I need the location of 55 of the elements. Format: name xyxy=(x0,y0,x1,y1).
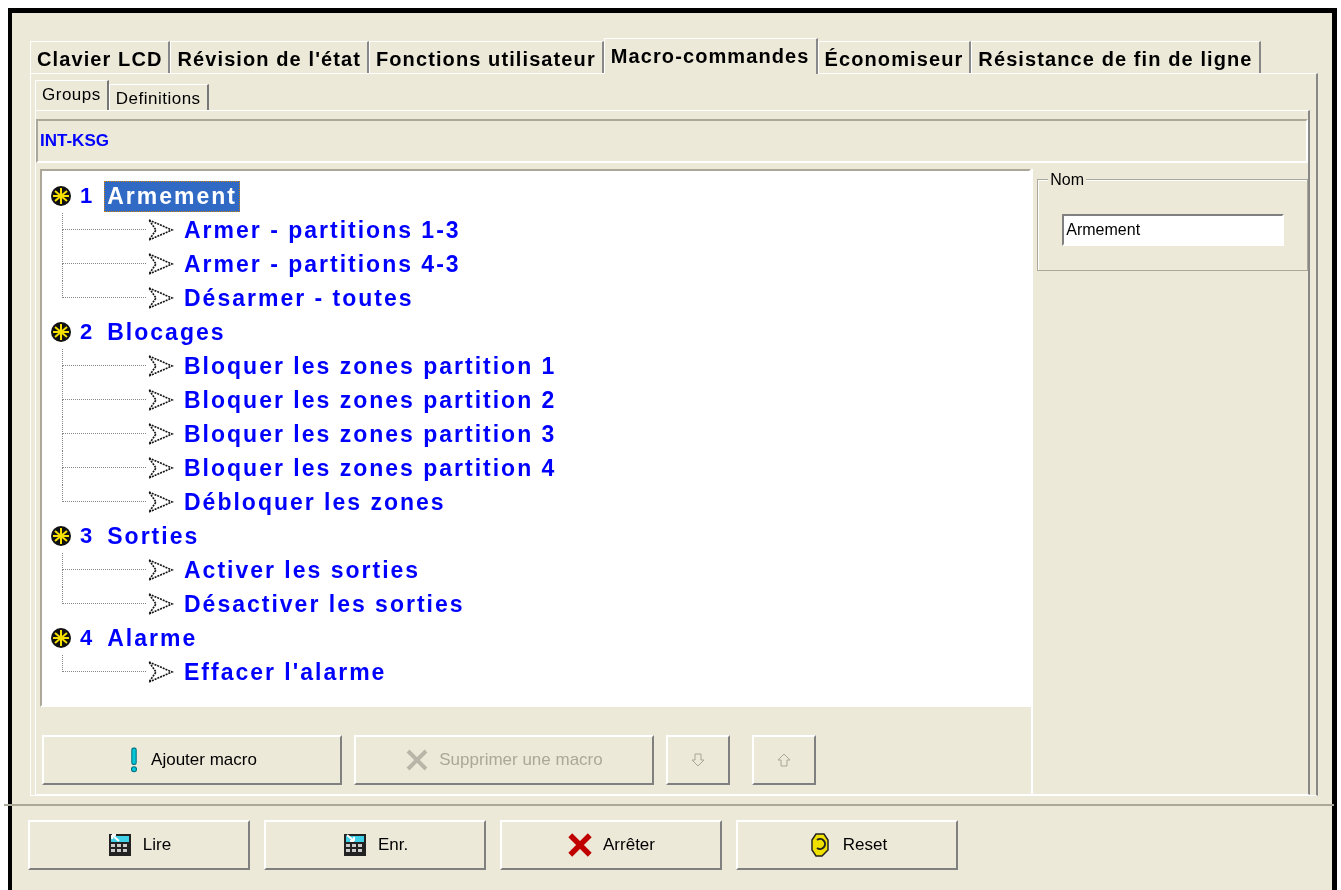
group-number: 4 xyxy=(80,625,93,651)
up-arrow-icon xyxy=(776,752,792,768)
group-number: 2 xyxy=(80,319,93,345)
tree-item[interactable]: Armer - partitions 1-3 xyxy=(184,216,461,244)
arrow-icon xyxy=(146,218,174,242)
tab[interactable]: Fonctions utilisateur xyxy=(369,41,604,73)
tree-item[interactable]: Désarmer - toutes xyxy=(184,284,414,312)
arrow-icon xyxy=(146,286,174,310)
device-name: INT-KSG xyxy=(40,131,109,151)
group-icon xyxy=(50,627,72,649)
arrow-icon xyxy=(146,456,174,480)
name-field[interactable]: Armement xyxy=(1062,214,1285,246)
tab[interactable]: Definitions xyxy=(108,84,209,110)
tree-item[interactable]: Activer les sorties xyxy=(184,556,421,584)
tree-item[interactable]: Bloquer les zones partition 2 xyxy=(184,386,557,414)
tree-item[interactable]: Effacer l'alarme xyxy=(184,658,387,686)
tree-item[interactable]: Bloquer les zones partition 1 xyxy=(184,352,557,380)
arrow-icon xyxy=(146,490,174,514)
write-button[interactable]: Enr. xyxy=(264,820,486,870)
keypad-icon xyxy=(106,832,133,858)
tab[interactable]: Résistance de fin de ligne xyxy=(971,41,1261,73)
arrow-icon xyxy=(146,592,174,616)
group-icon xyxy=(50,525,72,547)
tab[interactable]: Économiseur xyxy=(817,41,972,73)
read-button[interactable]: Lire xyxy=(28,820,250,870)
arrow-icon xyxy=(146,354,174,378)
tree-item[interactable]: Armement xyxy=(104,180,240,212)
group-number: 1 xyxy=(80,183,93,209)
tab[interactable]: Révision de l'état xyxy=(170,41,369,73)
arrow-icon xyxy=(146,252,174,276)
arrow-icon xyxy=(146,660,174,684)
arrow-icon xyxy=(146,422,174,446)
tree-item[interactable]: Bloquer les zones partition 4 xyxy=(184,454,557,482)
group-number: 3 xyxy=(80,523,93,549)
reset-button[interactable]: Reset xyxy=(736,820,958,870)
tree-item[interactable]: Armer - partitions 4-3 xyxy=(184,250,461,278)
arrow-icon xyxy=(146,388,174,412)
tab[interactable]: Groups xyxy=(35,80,109,110)
cross-icon xyxy=(405,748,430,772)
arrow-icon xyxy=(146,558,174,582)
tree-item[interactable]: Blocages xyxy=(104,316,229,348)
group-icon xyxy=(50,321,72,343)
down-arrow-icon xyxy=(690,752,706,768)
tab[interactable]: Clavier LCD xyxy=(30,41,171,73)
group-icon xyxy=(50,185,72,207)
tree-item[interactable]: Alarme xyxy=(104,622,201,654)
stop-button[interactable]: Arrêter xyxy=(500,820,722,870)
tree-item[interactable]: Débloquer les zones xyxy=(184,488,446,516)
tree-item[interactable]: Bloquer les zones partition 3 xyxy=(184,420,557,448)
keypad-icon xyxy=(341,832,368,858)
add-button[interactable]: Ajouter macro xyxy=(42,735,342,785)
tab[interactable]: Macro-commandes xyxy=(603,38,818,74)
tree-item[interactable]: Désactiver les sorties xyxy=(184,590,465,618)
cross-icon xyxy=(567,832,593,858)
tree-item[interactable]: Sorties xyxy=(104,520,203,552)
